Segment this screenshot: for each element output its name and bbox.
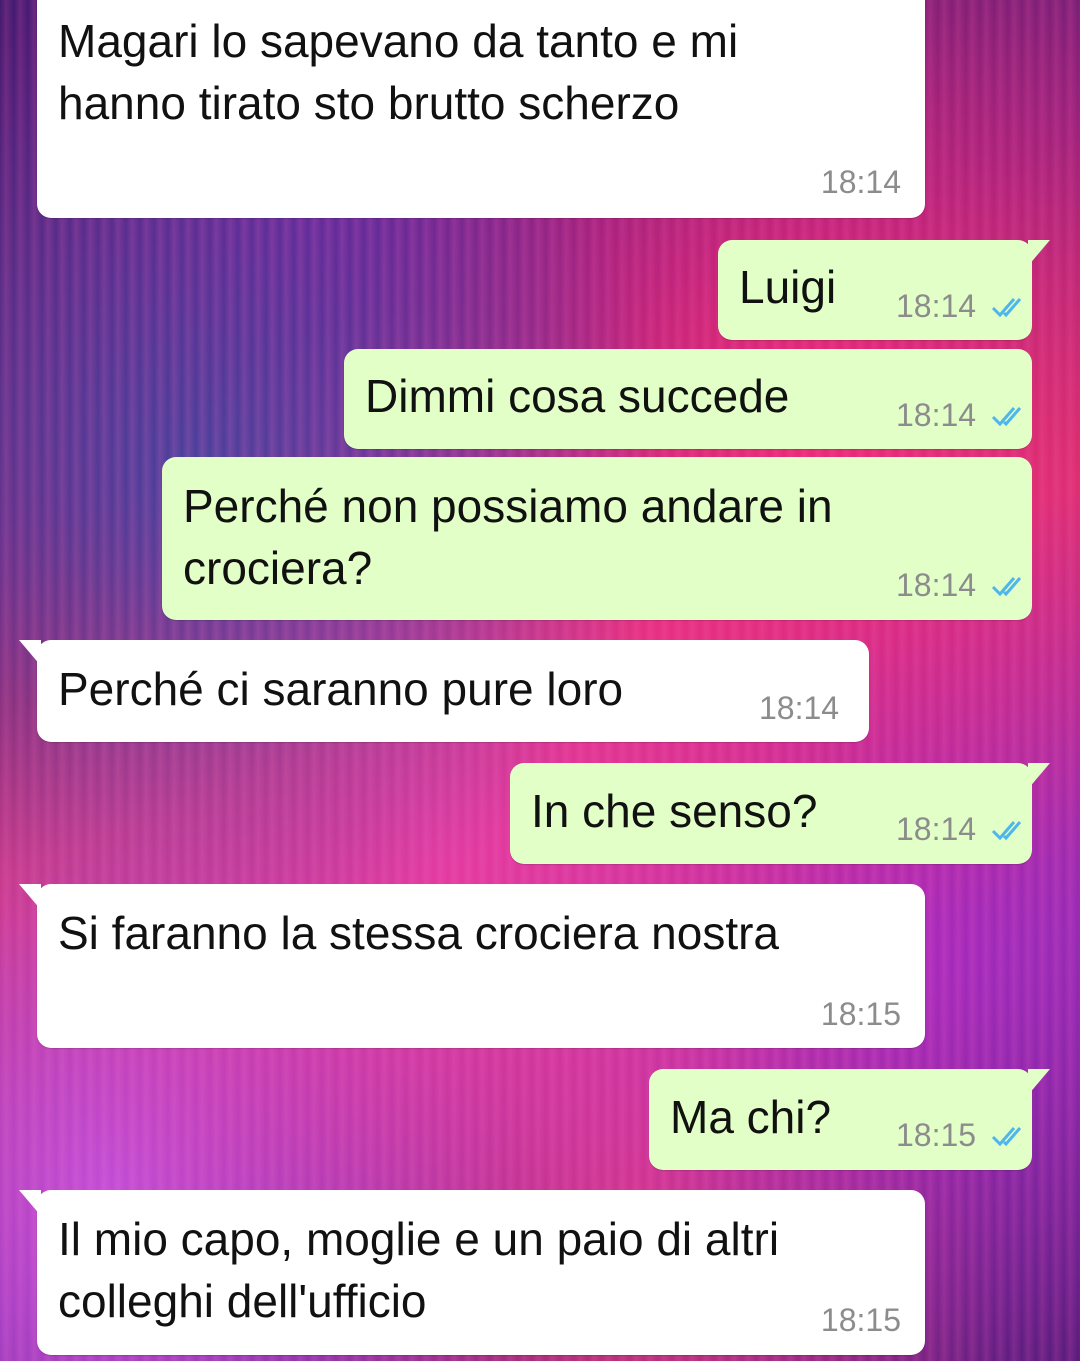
message-text: Magari lo sapevano da tanto e mi hanno t… (58, 15, 739, 129)
message-text: Dimmi cosa succede (365, 370, 790, 422)
message-text: Luigi (739, 261, 837, 313)
message-bubble-outgoing[interactable]: Ma chi? 18:15 (649, 1069, 1050, 1170)
message-bubble-outgoing[interactable]: In che senso? 18:14 (510, 763, 1050, 864)
message-time: 18:14 (759, 690, 840, 726)
message-text: Si faranno la stessa crociera nostra (58, 907, 780, 959)
read-receipt-icon (991, 407, 1022, 427)
message-time: 18:14 (820, 164, 901, 200)
message-time: 18:14 (896, 811, 977, 847)
message-text: In che senso? (531, 785, 818, 837)
read-receipt-icon (991, 1127, 1022, 1147)
message-bubble-outgoing[interactable]: Luigi 18:14 (718, 240, 1050, 340)
read-receipt-icon (991, 298, 1022, 318)
message-time: 18:14 (896, 288, 977, 324)
message-bubble-incoming[interactable]: Perché ci saranno pure loro 18:14 (19, 640, 869, 742)
message-time: 18:15 (896, 1117, 977, 1153)
message-bubble-outgoing[interactable]: Perché non possiamo andare in crociera? … (162, 457, 1032, 620)
message-text: Ma chi? (670, 1091, 832, 1143)
message-bubble-incoming[interactable]: Il mio capo, moglie e un paio di altri c… (19, 1190, 925, 1355)
message-bubble-incoming[interactable]: Si faranno la stessa crociera nostra 18:… (19, 884, 925, 1048)
read-receipt-icon (991, 577, 1022, 597)
message-text: Perché ci saranno pure loro (58, 663, 624, 715)
message-time: 18:15 (820, 996, 901, 1032)
message-time: 18:15 (820, 1302, 901, 1338)
message-time: 18:14 (896, 567, 977, 603)
message-text: Perché non possiamo andare in crociera? (183, 480, 833, 594)
message-bubble-outgoing[interactable]: Dimmi cosa succede 18:14 (344, 349, 1032, 449)
read-receipt-icon (991, 821, 1022, 841)
message-text: Il mio capo, moglie e un paio di altri c… (58, 1213, 780, 1327)
message-time: 18:14 (896, 397, 977, 433)
message-bubble-incoming[interactable]: Magari lo sapevano da tanto e mi hanno t… (37, 0, 925, 218)
